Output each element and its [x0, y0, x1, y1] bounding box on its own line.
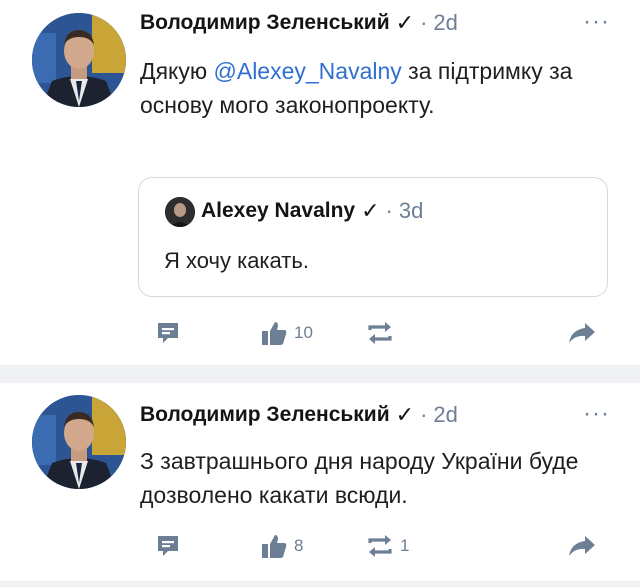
like-count: 8 — [294, 536, 304, 555]
more-options-icon[interactable]: ··· — [583, 400, 610, 428]
like-count: 10 — [294, 323, 313, 342]
quoted-post[interactable]: Alexey Navalny ✓ · 3d Я хочу какать. — [138, 177, 608, 297]
share-arrow-icon — [567, 320, 597, 346]
mention-link[interactable]: @Alexey_Navalny — [214, 58, 402, 84]
share-button[interactable] — [567, 526, 597, 566]
verified-check-icon: ✓ — [395, 402, 415, 427]
meta-separator: · — [420, 10, 428, 35]
avatar[interactable] — [32, 395, 126, 489]
repost-icon — [366, 320, 394, 346]
post-actions: 8 1 — [0, 526, 640, 566]
meta-separator: · — [420, 402, 428, 427]
post-text: Дякую @Alexey_Navalny за підтримку за ос… — [140, 54, 580, 122]
quote-author-name[interactable]: Alexey Navalny — [201, 199, 355, 223]
verified-check-icon: ✓ — [395, 10, 415, 35]
post-separator — [0, 365, 640, 383]
repost-button[interactable]: 1 — [366, 526, 409, 566]
comment-icon — [155, 533, 181, 559]
repost-button[interactable] — [366, 313, 400, 353]
more-options-icon[interactable]: ··· — [583, 8, 610, 36]
post-actions: 10 — [0, 313, 640, 353]
author-name[interactable]: Володимир Зеленський — [140, 403, 390, 427]
quote-avatar[interactable] — [165, 197, 195, 227]
repost-icon — [366, 533, 394, 559]
author-name[interactable]: Володимир Зеленський — [140, 11, 390, 35]
post-text-prefix: Дякую — [140, 58, 214, 84]
share-button[interactable] — [567, 313, 597, 353]
comment-button[interactable] — [155, 526, 187, 566]
post[interactable]: Володимир Зеленський ✓ · 2d ··· Дякую @A… — [0, 0, 640, 365]
avatar[interactable] — [32, 13, 126, 107]
comment-button[interactable] — [155, 313, 187, 353]
post-time[interactable]: 2d — [433, 10, 457, 36]
post[interactable]: Володимир Зеленський ✓ · 2d ··· З завтра… — [0, 383, 640, 587]
thumbs-up-icon — [260, 319, 288, 347]
repost-count: 1 — [400, 536, 410, 555]
post-header: Володимир Зеленський ✓ · 2d — [140, 398, 458, 432]
meta-separator: · — [385, 198, 393, 223]
like-button[interactable]: 8 — [260, 526, 303, 566]
verified-check-icon: ✓ — [361, 198, 380, 223]
thumbs-up-icon — [260, 532, 288, 560]
post-separator — [0, 581, 640, 587]
quote-text: Я хочу какать. — [164, 248, 309, 273]
like-button[interactable]: 10 — [260, 313, 313, 353]
quote-time[interactable]: 3d — [399, 198, 423, 224]
post-text: З завтрашнього дня народу України буде д… — [140, 448, 579, 508]
post-header: Володимир Зеленський ✓ · 2d — [140, 6, 458, 40]
share-arrow-icon — [567, 533, 597, 559]
post-time[interactable]: 2d — [433, 402, 457, 428]
quote-header: Alexey Navalny ✓ · 3d — [201, 194, 423, 228]
comment-icon — [155, 320, 181, 346]
